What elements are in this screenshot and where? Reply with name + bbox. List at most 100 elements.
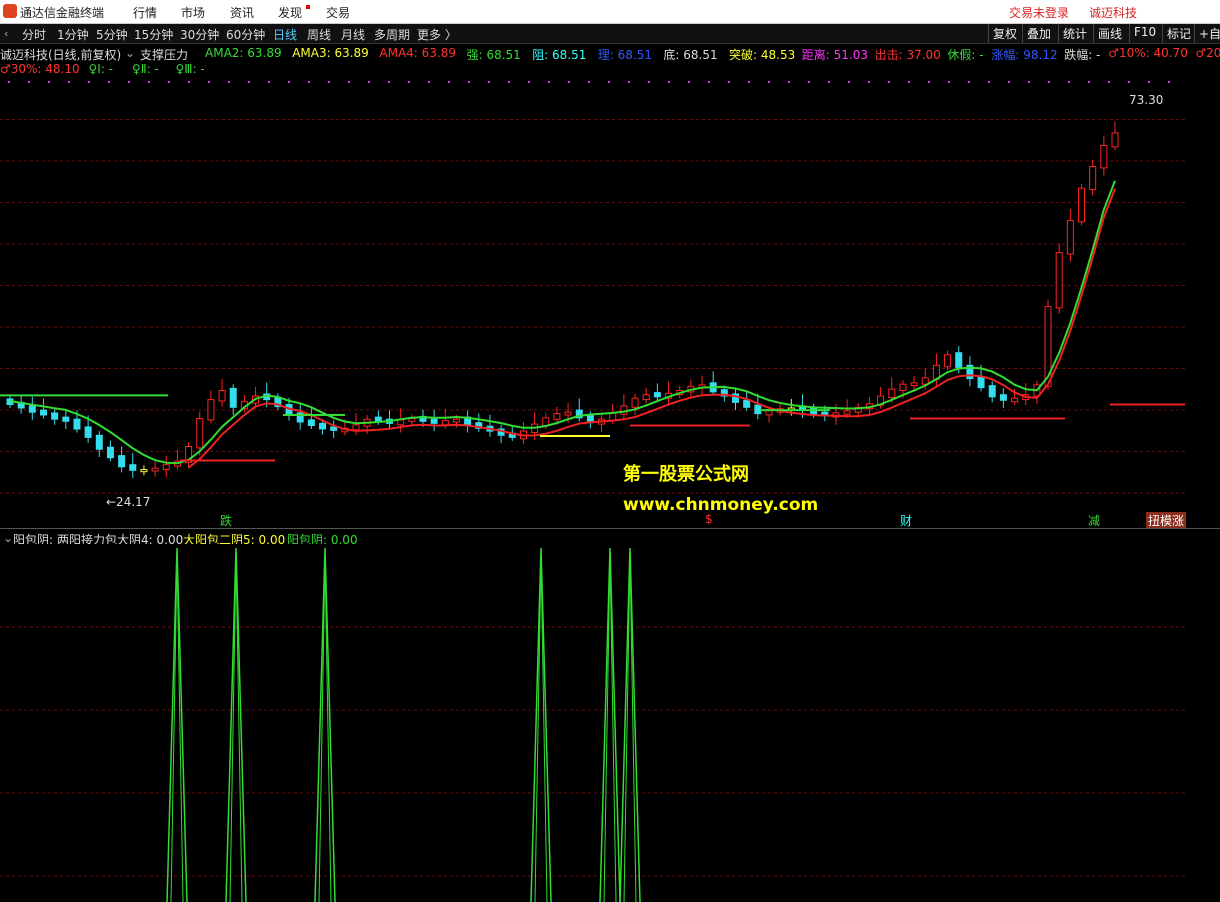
period-15min[interactable]: 15分钟	[134, 26, 173, 43]
menu-quotes[interactable]: 行情	[133, 4, 157, 21]
signal-dot	[648, 81, 650, 83]
signal-dot	[188, 81, 190, 83]
candle-body	[374, 416, 382, 422]
menu-bar: 通达信金融终端 行情 市场 资讯 发现 交易 交易未登录 诚迈科技	[0, 0, 1220, 24]
candlestick-chart[interactable]	[0, 78, 1220, 528]
candle-body	[1055, 252, 1063, 309]
candle-body	[653, 392, 661, 398]
tool-adjust[interactable]: 复权	[988, 24, 1021, 43]
trade-login-link[interactable]: 交易未登录	[1009, 4, 1069, 21]
tool-stats[interactable]: 统计	[1058, 24, 1091, 43]
signal-dot	[988, 81, 990, 83]
candle-body	[162, 464, 170, 471]
signal-dot	[1008, 81, 1010, 83]
candle-body	[977, 376, 985, 389]
period-1min[interactable]: 1分钟	[57, 26, 89, 43]
signal-dot	[208, 81, 210, 83]
candle-body	[765, 410, 773, 416]
signal-dot	[628, 81, 630, 83]
legend-value-13: ♂10%: 40.70	[1108, 46, 1188, 60]
candle-body	[1111, 132, 1119, 148]
signal-dot	[228, 81, 230, 83]
candle-body	[95, 434, 103, 450]
signal-dot	[568, 81, 570, 83]
signal-dot	[128, 81, 130, 83]
period-60min[interactable]: 60分钟	[226, 26, 265, 43]
legend-value-2: AMA4: 63.89	[379, 46, 457, 60]
signal-dot	[68, 81, 70, 83]
period-more[interactable]: 更多 〉	[417, 26, 457, 43]
signal-dot	[928, 81, 930, 83]
candle-body	[218, 390, 226, 402]
candle-body	[542, 417, 550, 426]
candle-body	[754, 404, 762, 415]
signal-dot	[248, 81, 250, 83]
signal-dot	[468, 81, 470, 83]
signal-dot	[168, 81, 170, 83]
signal-dot	[828, 81, 830, 83]
signal-dot	[268, 81, 270, 83]
candle-body	[140, 469, 148, 473]
chevron-left-icon[interactable]: ‹	[4, 27, 8, 40]
candle-body	[39, 409, 47, 416]
period-multi[interactable]: 多周期	[374, 26, 410, 43]
candle-body	[73, 418, 81, 430]
candle-body	[843, 410, 851, 415]
signal-dot	[668, 81, 670, 83]
tool-mark[interactable]: 标记	[1162, 24, 1195, 43]
user-link[interactable]: 诚迈科技	[1089, 4, 1137, 21]
tool-f10[interactable]: F10	[1129, 24, 1160, 43]
signal-dot	[868, 81, 870, 83]
signal-dot	[608, 81, 610, 83]
indicator-dropdown-icon[interactable]: ⌄	[125, 46, 135, 60]
signal-dot	[348, 81, 350, 83]
indicator-background	[0, 544, 1220, 902]
legend-value-14: ♂20%: 44.40	[1195, 46, 1220, 60]
signal-dot	[48, 81, 50, 83]
signal-dot	[528, 81, 530, 83]
signal-dot	[408, 81, 410, 83]
period-tick[interactable]: 分时	[22, 26, 46, 43]
indicator-chart[interactable]	[0, 544, 1220, 902]
period-30min[interactable]: 30分钟	[180, 26, 219, 43]
app-title: 通达信金融终端	[20, 6, 105, 20]
signal-dot	[808, 81, 810, 83]
tool-overlay[interactable]: 叠加	[1022, 24, 1055, 43]
candle-body	[307, 419, 315, 426]
candle-body	[84, 426, 92, 438]
signal-dot	[908, 81, 910, 83]
legend2-value-0: ♂30%: 48.10	[0, 62, 80, 76]
candle-body	[1089, 166, 1097, 191]
candle-body	[441, 420, 449, 426]
signal-dot	[748, 81, 750, 83]
app-logo-icon	[3, 4, 17, 18]
period-toolbar: ‹ 分时 1分钟 5分钟 15分钟 30分钟 60分钟 日线 周线 月线 多周期…	[0, 24, 1220, 44]
period-monthly[interactable]: 月线	[341, 26, 365, 43]
candle-body	[207, 399, 215, 421]
indicator-dropdown-icon[interactable]: ⌄	[3, 531, 13, 545]
candle-body	[51, 412, 59, 420]
signal-dot	[728, 81, 730, 83]
period-5min[interactable]: 5分钟	[96, 26, 128, 43]
signal-dot	[388, 81, 390, 83]
tool-custom[interactable]: +自	[1194, 24, 1220, 43]
menu-news[interactable]: 资讯	[230, 4, 254, 21]
period-daily[interactable]: 日线	[273, 26, 297, 43]
signal-dot	[1128, 81, 1130, 83]
menu-discover[interactable]: 发现	[278, 4, 302, 21]
candle-body	[944, 354, 952, 368]
candle-body	[106, 446, 114, 459]
menu-market[interactable]: 市场	[181, 4, 205, 21]
candle-body	[196, 418, 204, 449]
candle-body	[1011, 397, 1019, 403]
signal-dot	[1088, 81, 1090, 83]
candle-body	[62, 416, 70, 422]
menu-trade[interactable]: 交易	[326, 4, 350, 21]
candle-body	[430, 418, 438, 424]
candle-body	[28, 405, 36, 413]
tool-draw[interactable]: 画线	[1093, 24, 1126, 43]
signal-dot	[788, 81, 790, 83]
signal-dot	[8, 81, 10, 83]
period-weekly[interactable]: 周线	[307, 26, 331, 43]
signal-dot	[368, 81, 370, 83]
